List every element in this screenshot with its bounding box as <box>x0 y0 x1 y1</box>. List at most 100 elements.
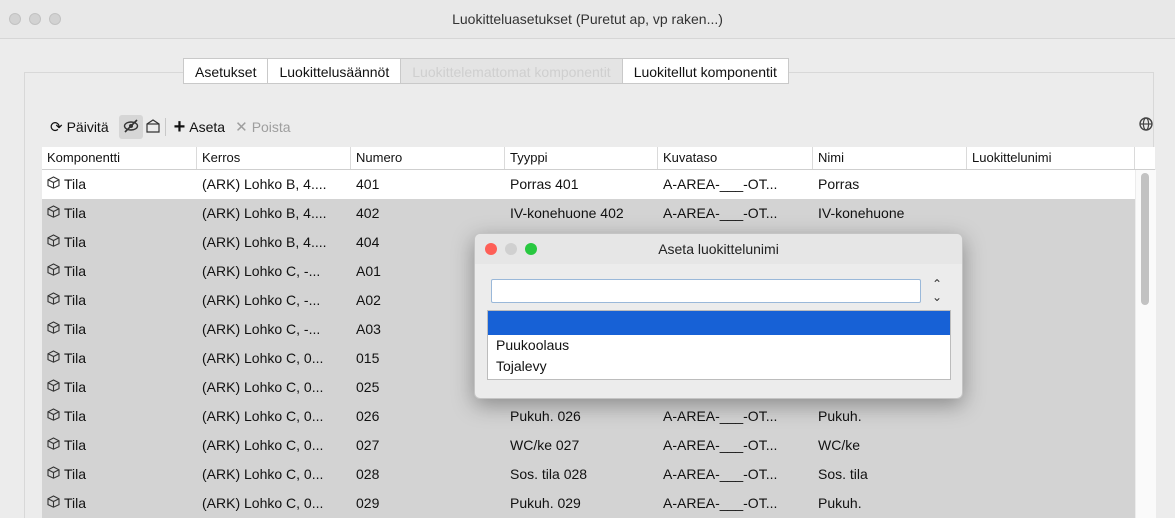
table-row[interactable]: Tila (ARK) Lohko C, 0... 028 Sos. tila 028 A… <box>42 460 1135 489</box>
globe-icon[interactable] <box>1139 117 1153 135</box>
cell-text: A-AREA-___-OT... <box>663 495 778 511</box>
scrollbar-thumb[interactable] <box>1141 173 1149 305</box>
table-cell: Porras 401 <box>505 170 658 199</box>
cell-text: A-AREA-___-OT... <box>663 176 778 192</box>
table-cell <box>967 228 1135 257</box>
box-outline-icon <box>145 118 161 137</box>
column-header[interactable]: Tyyppi <box>505 147 658 169</box>
column-header[interactable]: Nimi <box>813 147 967 169</box>
cell-text: Tila <box>64 234 87 250</box>
table-row[interactable]: Tila (ARK) Lohko B, 4.... 402 IV-konehuone … <box>42 199 1135 228</box>
cell-text: (ARK) Lohko C, -... <box>202 321 321 337</box>
column-header[interactable]: Luokittelunimi <box>967 147 1135 169</box>
cell-text: Porras 401 <box>510 176 579 192</box>
table-row[interactable]: Tila (ARK) Lohko C, 0... 027 WC/ke 027 A-ARE… <box>42 431 1135 460</box>
cell-text: Tila <box>64 466 87 482</box>
table-cell: (ARK) Lohko C, 0... <box>197 402 351 431</box>
cell-text: 029 <box>356 495 380 511</box>
column-header[interactable]: Numero <box>351 147 505 169</box>
cell-text: (ARK) Lohko C, -... <box>202 292 321 308</box>
table-row[interactable]: Tila (ARK) Lohko C, 0... 026 Pukuh. 026 A-AR… <box>42 402 1135 431</box>
tab-luokittelemattomat[interactable]: Luokittelemattomat komponentit <box>400 58 622 84</box>
cell-text: (ARK) Lohko C, 0... <box>202 350 324 366</box>
table-cell: 026 <box>351 402 505 431</box>
cell-text: Tila <box>64 263 87 279</box>
table-cell: (ARK) Lohko B, 4.... <box>197 228 351 257</box>
app-window: Luokitteluasetukset (Puretut ap, vp rake… <box>0 0 1175 518</box>
dropdown-option-tojalevy[interactable]: Tojalevy <box>488 356 950 377</box>
table-cell <box>967 489 1135 518</box>
table-cell: (ARK) Lohko C, 0... <box>197 460 351 489</box>
table-cell: IV-konehuone 402 <box>505 199 658 228</box>
cube-icon <box>47 205 60 221</box>
cell-text: (ARK) Lohko B, 4.... <box>202 176 327 192</box>
cell-text: 025 <box>356 379 380 395</box>
cell-text: 404 <box>356 234 380 250</box>
component-view-button[interactable] <box>145 118 161 137</box>
cell-text: Tila <box>64 176 87 192</box>
cube-icon <box>47 379 60 395</box>
vertical-scrollbar[interactable] <box>1135 170 1156 518</box>
table-cell <box>967 460 1135 489</box>
table-cell: (ARK) Lohko C, 0... <box>197 373 351 402</box>
table-cell: Tila <box>42 170 197 199</box>
table-cell: 027 <box>351 431 505 460</box>
table-cell: (ARK) Lohko C, 0... <box>197 431 351 460</box>
table-cell <box>967 344 1135 373</box>
table-cell: A-AREA-___-OT... <box>658 460 813 489</box>
table-cell: Tila <box>42 402 197 431</box>
table-cell: A-AREA-___-OT... <box>658 489 813 518</box>
dropdown-option-puukoolaus[interactable]: Puukoolaus <box>488 335 950 356</box>
cell-text: WC/ke <box>818 437 860 453</box>
eye-slash-icon <box>123 118 139 136</box>
tab-luokitellut[interactable]: Luokitellut komponentit <box>621 58 789 84</box>
cell-text: Tila <box>64 408 87 424</box>
cell-text: WC/ke 027 <box>510 437 580 453</box>
table-cell: Pukuh. <box>813 489 967 518</box>
cube-icon <box>47 234 60 250</box>
window-titlebar: Luokitteluasetukset (Puretut ap, vp rake… <box>0 0 1175 39</box>
cell-text: (ARK) Lohko C, 0... <box>202 495 324 511</box>
table-cell: 402 <box>351 199 505 228</box>
column-header[interactable]: Komponentti <box>42 147 197 169</box>
cell-text: A-AREA-___-OT... <box>663 408 778 424</box>
cell-text: A03 <box>356 321 381 337</box>
cell-text: (ARK) Lohko C, 0... <box>202 379 324 395</box>
cell-text: 026 <box>356 408 380 424</box>
hide-toggle-button[interactable] <box>118 115 143 139</box>
table-cell: WC/ke 027 <box>505 431 658 460</box>
cell-text: Sos. tila 028 <box>510 466 588 482</box>
remove-button[interactable]: ✕ Poista <box>235 118 291 136</box>
set-classification-dialog: Aseta luokittelunimi ⌃ ⌄ Puukoolaus Tojal… <box>474 233 963 399</box>
refresh-button[interactable]: ⟳ Päivitä <box>50 118 109 136</box>
window-title: Luokitteluasetukset (Puretut ap, vp rake… <box>452 11 723 27</box>
table-cell: A-AREA-___-OT... <box>658 402 813 431</box>
classification-name-input[interactable] <box>491 279 921 303</box>
tab-asetukset[interactable]: Asetukset <box>183 58 268 84</box>
tab-luokittelusaannot[interactable]: Luokittelusäännöt <box>267 58 401 84</box>
table-cell: (ARK) Lohko C, -... <box>197 286 351 315</box>
column-header[interactable]: Kuvataso <box>658 147 813 169</box>
table-cell: Tila <box>42 344 197 373</box>
table-cell: Sos. tila 028 <box>505 460 658 489</box>
combo-stepper-icon[interactable]: ⌃ ⌄ <box>927 278 947 304</box>
table-cell: A-AREA-___-OT... <box>658 170 813 199</box>
cell-text: Porras <box>818 176 860 192</box>
table-row[interactable]: Tila (ARK) Lohko B, 4.... 401 Porras 401 A-A… <box>42 170 1135 199</box>
add-button[interactable]: + Aseta <box>174 116 226 139</box>
cube-icon <box>47 495 60 511</box>
table-cell: Tila <box>42 460 197 489</box>
table-cell <box>967 170 1135 199</box>
cube-icon <box>47 176 60 192</box>
table-cell: Pukuh. 029 <box>505 489 658 518</box>
table-cell: (ARK) Lohko B, 4.... <box>197 199 351 228</box>
cube-icon <box>47 321 60 337</box>
table-cell: IV-konehuone <box>813 199 967 228</box>
cell-text: (ARK) Lohko C, 0... <box>202 466 324 482</box>
table-cell: Pukuh. 026 <box>505 402 658 431</box>
column-header[interactable]: Kerros <box>197 147 351 169</box>
cell-text: IV-konehuone 402 <box>510 205 624 221</box>
cell-text: (ARK) Lohko C, -... <box>202 263 321 279</box>
dropdown-option-empty[interactable] <box>488 311 950 335</box>
table-row[interactable]: Tila (ARK) Lohko C, 0... 029 Pukuh. 029 A-AR… <box>42 489 1135 518</box>
